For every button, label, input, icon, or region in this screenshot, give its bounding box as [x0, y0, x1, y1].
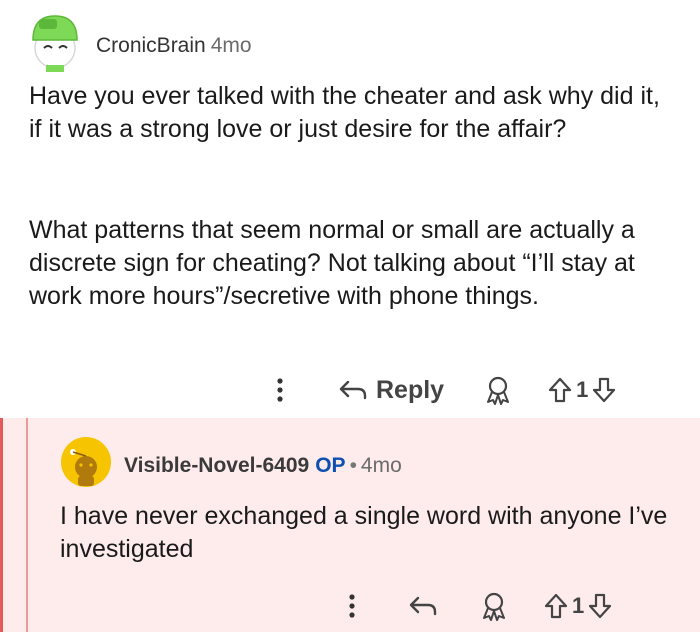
comment-meta: CronicBrain 4mo [96, 34, 252, 58]
reply-arrow-icon [409, 596, 437, 616]
op-badge: OP [315, 454, 346, 477]
thread-line[interactable] [26, 418, 28, 632]
more-options-icon[interactable] [268, 378, 292, 402]
reply-actions: 1 [340, 586, 612, 626]
reply-label: Reply [376, 375, 445, 404]
vote-score: 1 [576, 377, 589, 402]
user-avatar[interactable] [24, 10, 86, 72]
upvote-icon[interactable] [548, 377, 572, 403]
reply-button[interactable] [408, 594, 438, 618]
reply-highlight-bar [0, 418, 3, 632]
downvote-icon[interactable] [592, 377, 616, 403]
downvote-icon[interactable] [588, 593, 612, 619]
parent-comment: CronicBrain 4mo Have you ever talked with… [0, 0, 700, 412]
upvote-icon[interactable] [544, 593, 568, 619]
vote-control: 1 [544, 593, 612, 619]
comment-paragraph-1: Have you ever talked with the cheater an… [29, 82, 660, 143]
timestamp: 4mo [210, 34, 252, 57]
comment-paragraph-2: What patterns that seem normal or small … [29, 216, 635, 310]
reply-button[interactable]: Reply [338, 376, 444, 405]
reply-timestamp: 4mo [360, 454, 402, 477]
reply-text: I have never exchanged a single word wit… [60, 502, 668, 563]
reply-arrow-icon [339, 380, 367, 400]
comment-actions: Reply 1 [268, 370, 616, 410]
award-icon[interactable] [484, 375, 512, 405]
reply-username[interactable]: Visible-Novel-6409 [124, 454, 309, 477]
more-options-icon[interactable] [340, 594, 364, 618]
vote-score: 1 [572, 593, 585, 618]
reply-user-avatar[interactable] [60, 436, 112, 488]
reply-meta: Visible-Novel-6409 OP • 4mo [124, 454, 402, 478]
award-icon[interactable] [480, 591, 508, 621]
vote-control: 1 [548, 377, 616, 403]
meta-separator: • [349, 454, 357, 477]
username[interactable]: CronicBrain [96, 34, 206, 57]
